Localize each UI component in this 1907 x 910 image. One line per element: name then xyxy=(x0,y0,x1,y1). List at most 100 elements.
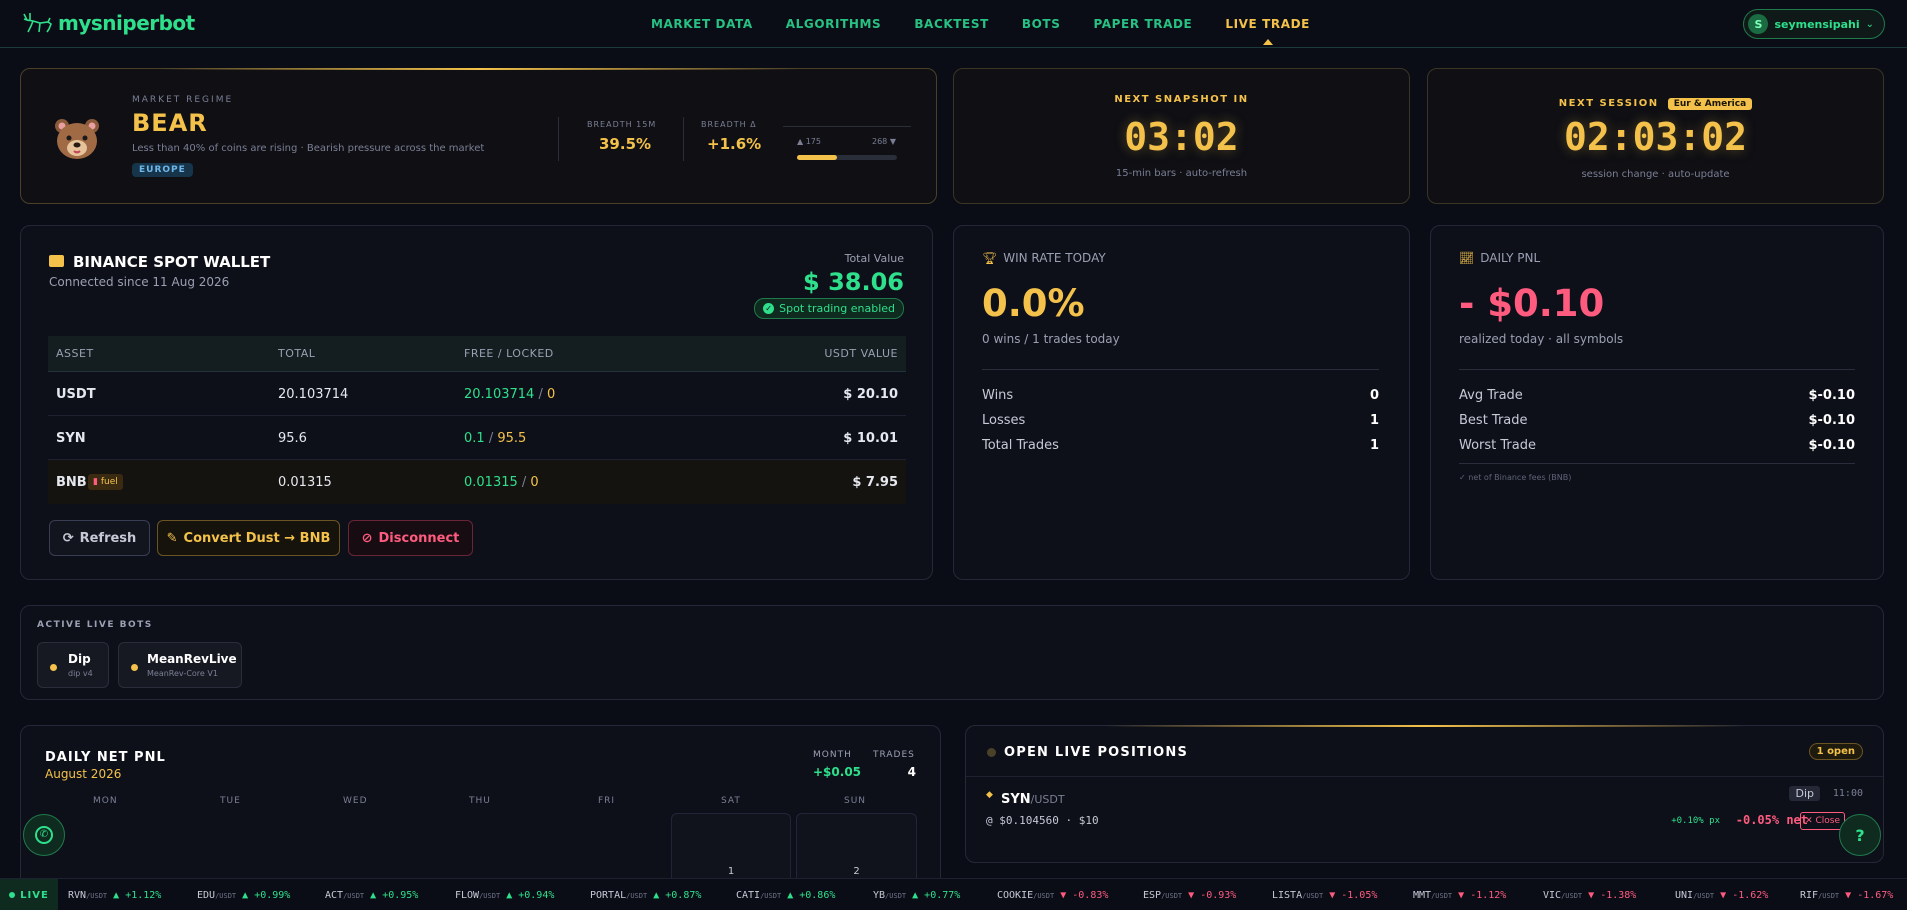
breadth-delta-value: +1.6% xyxy=(707,135,762,153)
ticker-item[interactable]: FLOW/USDT ▲ +0.94% xyxy=(455,890,554,901)
convert-dust-button[interactable]: ✎ Convert Dust → BNB xyxy=(157,520,340,556)
ticker-change: ▲ +0.87% xyxy=(647,890,702,901)
ticker-item[interactable]: LISTA/USDT ▼ -1.05% xyxy=(1272,890,1377,901)
status-dot xyxy=(50,664,57,671)
stat-losses: Losses 1 xyxy=(982,413,1379,428)
asset-free: 0.01315 xyxy=(464,475,518,490)
daily-pnl-value: - $0.10 xyxy=(1459,282,1605,325)
month-label: MONTH xyxy=(813,750,852,760)
stat-best-trade: Best Trade $-0.10 xyxy=(1459,413,1855,428)
ticker-symbol: ACT xyxy=(325,890,344,901)
ticker-item[interactable]: ACT/USDT ▲ +0.95% xyxy=(325,890,418,901)
diamond-icon: ◆ xyxy=(986,790,993,800)
ticker-item[interactable]: MMT/USDT ▼ -1.12% xyxy=(1413,890,1506,901)
asset-name: BNB xyxy=(56,475,87,490)
ticker-change: ▲ +0.77% xyxy=(906,890,961,901)
ticker-symbol: RVN xyxy=(68,890,87,901)
nav-market-data[interactable]: MARKET DATA xyxy=(651,17,753,31)
ticker-change: ▲ +0.86% xyxy=(781,890,836,901)
ticker-symbol: YB xyxy=(873,890,886,901)
nav-bots[interactable]: BOTS xyxy=(1022,17,1061,31)
stat-value: $-0.10 xyxy=(1808,388,1855,403)
ticker-item[interactable]: YB/USDT ▲ +0.77% xyxy=(873,890,960,901)
weekday-thu: THU xyxy=(469,796,491,806)
separator: / xyxy=(484,431,498,446)
active-bots-label: ACTIVE LIVE BOTS xyxy=(37,620,153,630)
ticker-item[interactable]: UNI/USDT ▼ -1.62% xyxy=(1675,890,1768,901)
bot-name: MeanRevLive xyxy=(147,652,237,666)
stat-value: 1 xyxy=(1369,438,1379,453)
position-entry: @ $0.104560 · $10 xyxy=(986,814,1099,827)
asset-name: USDT xyxy=(56,387,96,402)
nav-paper-trade[interactable]: PAPER TRADE xyxy=(1093,17,1192,31)
ticker-quote: /USDT xyxy=(1033,892,1055,900)
daily-pnl-subtext: realized today · all symbols xyxy=(1459,332,1624,346)
asset-locked: 95.5 xyxy=(497,431,527,446)
ticker-item[interactable]: VIC/USDT ▼ -1.38% xyxy=(1543,890,1636,901)
ticker-symbol: FLOW xyxy=(455,890,480,901)
regime-value: BEAR xyxy=(132,109,208,137)
disconnect-label: Disconnect xyxy=(378,530,460,546)
col-usdt-value: USDT VALUE xyxy=(824,347,898,360)
status-dot xyxy=(987,748,996,757)
close-position-button[interactable]: ✕ Close xyxy=(1800,812,1845,830)
asset-total: 20.103714 xyxy=(278,387,349,402)
ticker-quote: /USDT xyxy=(1302,892,1324,900)
deer-logo-icon xyxy=(23,13,52,33)
ticker-item[interactable]: COOKIE/USDT ▼ -0.83% xyxy=(997,890,1108,901)
ticker-item[interactable]: EDU/USDT ▲ +0.99% xyxy=(197,890,290,901)
whatsapp-button[interactable]: ✆ xyxy=(23,814,65,856)
daily-net-pnl-card: DAILY NET PNL August 2026 MONTH +$0.05 T… xyxy=(20,725,941,903)
weekday-wed: WED xyxy=(343,796,368,806)
asset-locked: 0 xyxy=(530,475,539,490)
ticker-quote: /USDT xyxy=(1561,892,1583,900)
ticker-item[interactable]: RIF/USDT ▼ -1.67% xyxy=(1800,890,1893,901)
ticker-item[interactable]: PORTAL/USDT ▲ +0.87% xyxy=(590,890,701,901)
position-net-change: -0.05% net xyxy=(1735,813,1808,827)
refresh-button[interactable]: ⟳ Refresh xyxy=(49,520,150,556)
refresh-icon: ⟳ xyxy=(62,530,74,546)
chevron-down-icon: ⌄ xyxy=(1865,18,1874,30)
total-value-label: Total Value xyxy=(844,252,904,265)
nav-live-trade[interactable]: LIVE TRADE xyxy=(1225,17,1310,45)
trades-label: TRADES xyxy=(873,750,915,760)
win-rate-value: 0.0% xyxy=(982,282,1085,325)
spot-trading-status: ✓ Spot trading enabled xyxy=(754,298,904,319)
weekday-sat: SAT xyxy=(721,796,741,806)
nav-backtest[interactable]: BACKTEST xyxy=(914,17,989,31)
bot-chip-dip[interactable]: Dip dip v4 xyxy=(37,642,109,688)
ticker-symbol: VIC xyxy=(1543,890,1562,901)
breadth-bar-top xyxy=(783,126,911,127)
ticker-symbol: LISTA xyxy=(1272,890,1303,901)
help-button[interactable]: ? xyxy=(1839,814,1881,856)
month-pnl-value: +$0.05 xyxy=(813,765,862,779)
wallet-title: BINANCE SPOT WALLET xyxy=(73,253,271,271)
table-row: BNB ▮ fuel 0.01315 0.01315 / 0 $ 7.95 xyxy=(48,460,906,504)
decliners-count: 268 ▼ xyxy=(872,137,896,146)
daily-pnl-title: 📈︎ DAILY PNL xyxy=(1459,251,1540,265)
help-icon: ? xyxy=(1855,825,1865,845)
stat-value: 0 xyxy=(1369,388,1379,403)
bot-name: Dip xyxy=(68,652,91,666)
wallet-icon xyxy=(49,255,64,267)
bot-strategy: MeanRev-Core V1 xyxy=(147,669,218,678)
logo[interactable]: mysniperbot xyxy=(20,11,195,35)
fuel-label: fuel xyxy=(100,477,118,487)
disconnect-button[interactable]: ⊘ Disconnect xyxy=(348,520,473,556)
divider xyxy=(683,117,684,161)
user-menu[interactable]: S seymensipahi ⌄ xyxy=(1743,9,1885,39)
position-time: 11:00 xyxy=(1832,788,1863,799)
ticker-change: ▼ -1.62% xyxy=(1714,890,1769,901)
ticker-item[interactable]: CATI/USDT ▲ +0.86% xyxy=(736,890,835,901)
col-total: TOTAL xyxy=(278,347,316,360)
asset-free-locked: 0.1 / 95.5 xyxy=(464,431,526,446)
position-row: ◆ SYN/USDT Dip 11:00 @ $0.104560 · $10 +… xyxy=(986,784,1863,854)
ticker-item[interactable]: RVN/USDT ▲ +1.12% xyxy=(68,890,161,901)
nav-algorithms[interactable]: ALGORITHMS xyxy=(786,17,882,31)
stat-total-trades: Total Trades 1 xyxy=(982,438,1379,453)
bot-chip-meanrevlive[interactable]: MeanRevLive MeanRev-Core V1 xyxy=(118,642,242,688)
status-dot xyxy=(131,664,138,671)
stat-label: Total Trades xyxy=(982,438,1059,453)
whatsapp-icon: ✆ xyxy=(35,826,53,844)
ticker-item[interactable]: ESP/USDT ▼ -0.93% xyxy=(1143,890,1236,901)
